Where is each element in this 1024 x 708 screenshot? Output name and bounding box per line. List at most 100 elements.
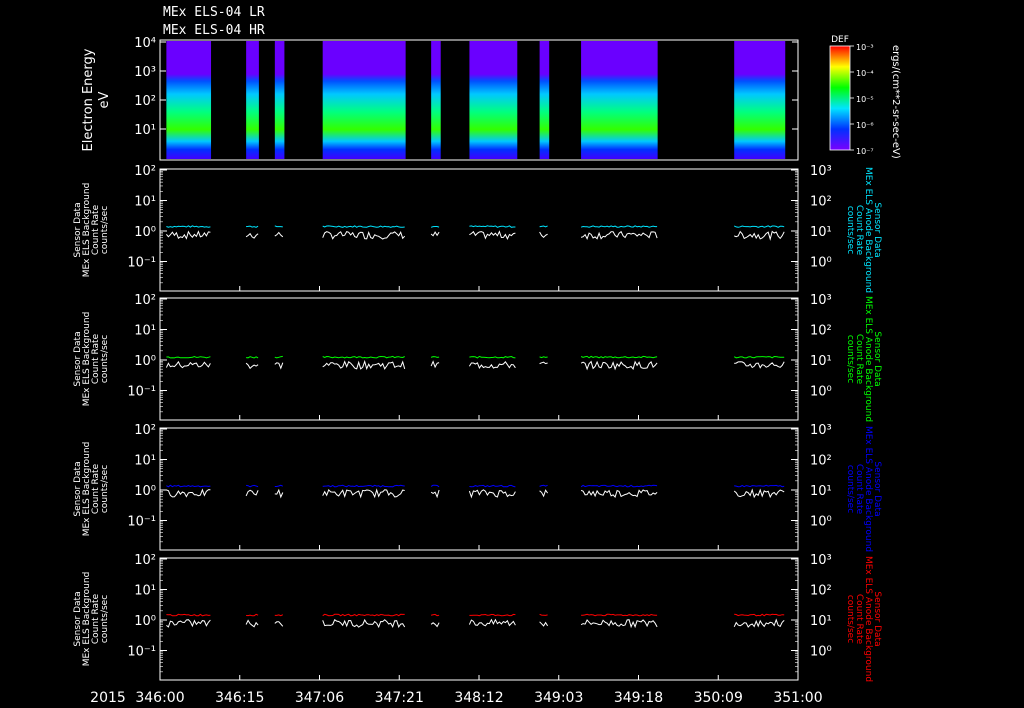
series-white-line — [322, 618, 406, 629]
left-tick-label: 10⁰ — [134, 225, 156, 240]
series-white-line — [734, 361, 785, 369]
series-colored-line — [734, 613, 785, 617]
right-axis-label-line: counts/sec — [845, 335, 855, 383]
series-white-line — [165, 360, 211, 369]
left-tick-label: 10² — [134, 164, 156, 179]
spectrogram-block — [166, 41, 212, 159]
series-colored-line — [430, 356, 440, 358]
colorbar-tick-label: 10⁻⁷ — [856, 147, 874, 156]
spectrogram-block — [246, 41, 259, 159]
series-colored-line — [580, 355, 658, 359]
series-white-line — [539, 231, 548, 238]
spectrogram-block — [539, 41, 550, 159]
series-white-line — [274, 621, 284, 627]
series-colored-line — [166, 484, 211, 488]
series-colored-line — [322, 225, 405, 228]
series-colored-line — [322, 484, 405, 488]
series-colored-line — [469, 613, 516, 617]
colorbar-title: DEF — [831, 35, 849, 45]
spectrogram-y-tick-label: 10³ — [134, 65, 156, 80]
x-axis-year: 2015 — [90, 690, 126, 706]
right-tick-label: 10³ — [810, 293, 832, 308]
series-colored-line — [166, 355, 211, 359]
count-rate-panel: 10²10¹10⁰10⁻¹10³10²10¹10⁰Sensor Data MEx … — [73, 423, 882, 552]
series-white-line — [245, 489, 259, 497]
series-colored-line — [580, 225, 658, 228]
colorbar-tick-label: 10⁻⁶ — [856, 121, 874, 130]
title-hr: MEx ELS-04 HR — [163, 23, 265, 38]
x-tick-label: 349:03 — [534, 690, 583, 706]
series-white-line — [580, 230, 658, 240]
count-rate-panels: 10²10¹10⁰10⁻¹10³10²10¹10⁰Sensor Data MEx … — [73, 164, 882, 682]
series-colored-line — [246, 613, 259, 617]
right-tick-label: 10¹ — [810, 614, 832, 629]
series-colored-line — [469, 225, 516, 228]
series-white-line — [468, 360, 516, 369]
colorbar-units: ergs/(cm**2-sr-sec-eV) — [890, 45, 901, 159]
series-white-line — [274, 231, 284, 238]
series-colored-line — [322, 613, 405, 617]
series-colored-line — [539, 613, 548, 616]
spectrogram-block — [322, 41, 406, 159]
right-tick-label: 10³ — [810, 553, 832, 568]
x-tick-label: 350:09 — [694, 690, 743, 706]
colorbar-tick-label: 10⁻⁵ — [856, 95, 874, 104]
colorbar-tick-label: 10⁻⁴ — [856, 69, 874, 78]
x-tick-label: 351:00 — [773, 690, 822, 706]
right-tick-label: 10⁰ — [810, 645, 832, 660]
left-tick-label: 10⁻¹ — [127, 645, 156, 660]
series-colored-line — [166, 225, 211, 228]
series-white-line — [166, 619, 211, 628]
series-colored-line — [430, 226, 440, 228]
series-white-line — [322, 359, 406, 371]
series-colored-line — [539, 225, 548, 228]
series-colored-line — [246, 225, 259, 228]
spectrogram-y-tick-label: 10¹ — [134, 123, 156, 138]
spectrogram-y-tick-label: 10² — [134, 94, 156, 109]
series-white-line — [539, 489, 549, 498]
series-colored-line — [580, 484, 658, 488]
x-tick-label: 347:06 — [295, 690, 344, 706]
right-tick-label: 10¹ — [810, 354, 832, 369]
series-colored-line — [469, 484, 516, 488]
series-colored-line — [581, 613, 658, 617]
left-tick-label: 10¹ — [134, 584, 156, 599]
series-colored-line — [166, 613, 211, 617]
left-axis-label-line: counts/sec — [100, 206, 110, 254]
series-white-line — [274, 488, 284, 499]
colorbar: DEF 10⁻³ 10⁻⁴ 10⁻⁵ 10⁻⁶ 10⁻⁷ ergs/(cm**2-sr-… — [829, 35, 901, 159]
left-tick-label: 10⁻¹ — [127, 515, 156, 530]
series-white-line — [430, 360, 440, 369]
series-white-line — [166, 230, 211, 240]
series-white-line — [468, 618, 516, 627]
panel-frame — [159, 557, 799, 681]
panel-frame — [159, 427, 799, 551]
series-white-line — [245, 362, 259, 370]
right-axis-label-line: counts/sec — [845, 206, 855, 254]
left-tick-label: 10¹ — [134, 195, 156, 210]
series-colored-line — [274, 225, 283, 228]
series-white-line — [245, 232, 259, 239]
left-tick-label: 10² — [134, 293, 156, 308]
title-lr: MEx ELS-04 LR — [163, 5, 265, 20]
series-white-line — [733, 618, 785, 628]
spectrogram-y-tick-label: 10⁴ — [134, 36, 156, 51]
series-white-line — [245, 619, 259, 628]
left-tick-label: 10⁻¹ — [127, 385, 156, 400]
left-tick-label: 10⁻¹ — [127, 256, 156, 271]
panel-frame — [159, 297, 799, 421]
series-colored-line — [274, 355, 283, 359]
left-tick-label: 10⁰ — [134, 354, 156, 369]
left-tick-label: 10¹ — [134, 454, 156, 469]
colorbar-tick-label: 10⁻³ — [856, 43, 874, 52]
colorbar-ticks: 10⁻³ 10⁻⁴ 10⁻⁵ 10⁻⁶ 10⁻⁷ — [850, 43, 874, 156]
series-colored-line — [733, 225, 785, 228]
right-axis-label-line: counts/sec — [845, 465, 855, 513]
right-tick-label: 10³ — [810, 423, 832, 438]
series-colored-line — [734, 484, 785, 488]
x-tick-label: 346:15 — [215, 690, 264, 706]
right-tick-label: 10² — [810, 324, 832, 339]
series-colored-line — [246, 484, 259, 488]
figure: MEx ELS-04 LR MEx ELS-04 HR 10⁴ 10³ 10² 10¹… — [73, 5, 901, 706]
series-white-line — [430, 622, 440, 628]
